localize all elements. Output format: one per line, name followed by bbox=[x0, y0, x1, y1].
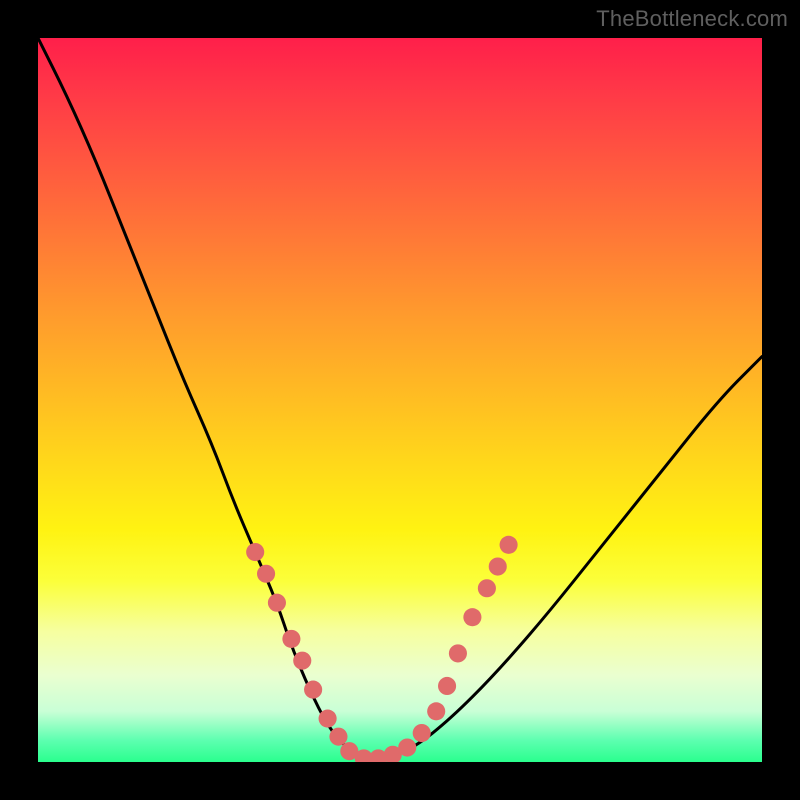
marker-dot bbox=[413, 724, 431, 742]
plot-area bbox=[38, 38, 762, 762]
marker-dot bbox=[463, 608, 481, 626]
marker-dot bbox=[449, 644, 467, 662]
marker-dot bbox=[329, 728, 347, 746]
marker-dot bbox=[293, 652, 311, 670]
marker-dot bbox=[478, 579, 496, 597]
marker-dot bbox=[268, 594, 286, 612]
chart-frame: TheBottleneck.com bbox=[0, 0, 800, 800]
curve-markers bbox=[246, 536, 518, 762]
marker-dot bbox=[282, 630, 300, 648]
marker-dot bbox=[489, 557, 507, 575]
marker-dot bbox=[304, 681, 322, 699]
chart-svg bbox=[38, 38, 762, 762]
curve-line bbox=[38, 38, 762, 758]
marker-dot bbox=[398, 738, 416, 756]
marker-dot bbox=[427, 702, 445, 720]
marker-dot bbox=[319, 710, 337, 728]
marker-dot bbox=[257, 565, 275, 583]
attribution-label: TheBottleneck.com bbox=[596, 6, 788, 32]
marker-dot bbox=[438, 677, 456, 695]
marker-dot bbox=[500, 536, 518, 554]
marker-dot bbox=[246, 543, 264, 561]
